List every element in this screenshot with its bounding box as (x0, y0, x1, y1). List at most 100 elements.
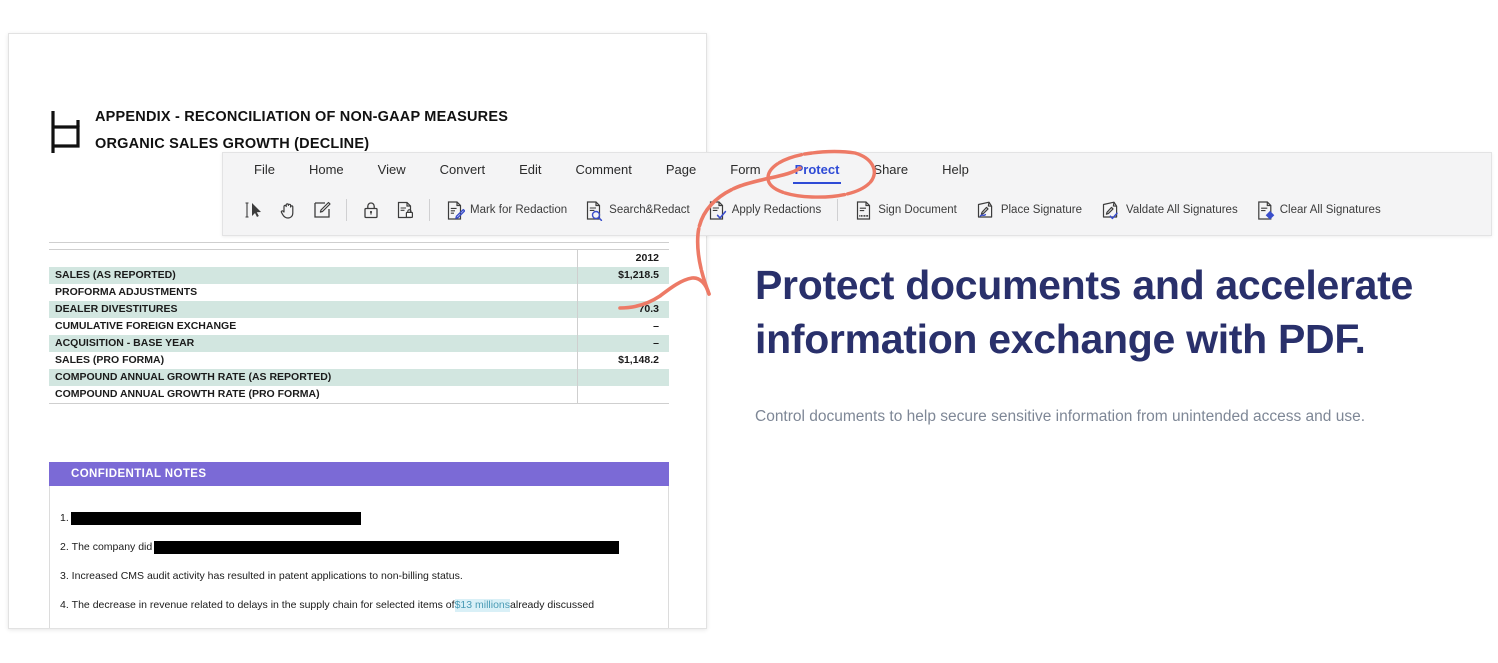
table-cell-label: DEALER DIVESTITURES (49, 301, 577, 318)
table-row: ACQUISITION - BASE YEAR– (49, 335, 669, 352)
tool-label: Search&Redact (609, 204, 690, 216)
table-cell-label: COMPOUND ANNUAL GROWTH RATE (PRO FORMA) (49, 386, 577, 404)
menu-tab-view[interactable]: View (361, 153, 423, 186)
table-cell-value: – (577, 335, 669, 352)
redaction-bar (154, 541, 619, 554)
note-item: 1. (60, 512, 658, 525)
tool-document-lock[interactable] (388, 192, 422, 228)
tool-hand-pan[interactable] (271, 192, 305, 228)
mark-for-redaction-icon (446, 200, 465, 221)
table-cell-label: PROFORMA ADJUSTMENTS (49, 284, 577, 301)
ribbon-menu-row: FileHomeViewConvertEditCommentPageFormPr… (223, 153, 1491, 186)
menu-tab-convert[interactable]: Convert (423, 153, 503, 186)
toolbar-divider (837, 199, 838, 221)
confidential-notes-body: 1. 2. The company did 3. Increased CMS aud… (49, 486, 669, 629)
financial-table-body: 2012 SALES (AS REPORTED)$1,218.5PROFORMA… (49, 250, 669, 404)
tool-mark-for-redaction[interactable]: Mark for Redaction (437, 192, 576, 228)
tool-text-select-cursor[interactable] (237, 192, 271, 228)
tool-label: Place Signature (1001, 204, 1082, 216)
menu-tab-protect[interactable]: Protect (778, 153, 857, 186)
confidential-notes-banner: CONFIDENTIAL NOTES (49, 462, 669, 486)
table-row: PROFORMA ADJUSTMENTS (49, 284, 669, 301)
document-preview-card: APPENDIX - RECONCILIATION OF NON-GAAP ME… (8, 33, 707, 629)
menu-tab-page[interactable]: Page (649, 153, 713, 186)
search-redact-icon (585, 200, 604, 221)
menu-tab-file[interactable]: File (237, 153, 292, 186)
highlighted-amount: $13 millions (455, 599, 510, 612)
note-number: 3. (60, 570, 69, 583)
table-cell-value: $1,148.2 (577, 352, 669, 369)
table-cell-label: COMPOUND ANNUAL GROWTH RATE (AS REPORTED… (49, 369, 577, 386)
table-row: DEALER DIVESTITURES70.3 (49, 301, 669, 318)
apply-redactions-icon (708, 200, 727, 221)
menu-tab-home[interactable]: Home (292, 153, 361, 186)
table-row: COMPOUND ANNUAL GROWTH RATE (AS REPORTED… (49, 369, 669, 386)
document-logo-icon (49, 108, 83, 156)
pdf-ribbon-toolbar: FileHomeViewConvertEditCommentPageFormPr… (222, 152, 1492, 236)
table-row: CUMULATIVE FOREIGN EXCHANGE– (49, 318, 669, 335)
table-top-rule (49, 242, 669, 243)
table-row: SALES (PRO FORMA)$1,148.2 (49, 352, 669, 369)
table-header-row: 2012 (49, 250, 669, 268)
table-cell-value (577, 369, 669, 386)
menu-tab-edit[interactable]: Edit (502, 153, 558, 186)
note-item: 4. The decrease in revenue related to de… (60, 599, 658, 612)
table-cell-label: CUMULATIVE FOREIGN EXCHANGE (49, 318, 577, 335)
table-cell-label: SALES (AS REPORTED) (49, 267, 577, 284)
place-signature-icon (975, 200, 996, 221)
table-cell-value: 70.3 (577, 301, 669, 318)
table-cell-value: $1,218.5 (577, 267, 669, 284)
menu-tab-help[interactable]: Help (925, 153, 986, 186)
table-header-year: 2012 (577, 250, 669, 268)
tool-label: Valdate All Signatures (1126, 204, 1238, 216)
menu-tab-form[interactable]: Form (713, 153, 777, 186)
tool-padlock[interactable] (354, 192, 388, 228)
tool-place-signature[interactable]: Place Signature (966, 192, 1091, 228)
table-row: SALES (AS REPORTED)$1,218.5 (49, 267, 669, 284)
table-cell-value (577, 284, 669, 301)
promo-headline: Protect documents and accelerate informa… (755, 258, 1485, 366)
sign-document-icon (854, 200, 873, 221)
table-cell-value: – (577, 318, 669, 335)
note-text: The decrease in revenue related to delay… (69, 599, 455, 612)
document-lock-icon (395, 200, 415, 220)
menu-tab-share[interactable]: Share (856, 153, 925, 186)
tool-sign-document[interactable]: Sign Document (845, 192, 966, 228)
promo-body: Control documents to help secure sensiti… (755, 366, 1445, 432)
validate-signatures-icon (1100, 200, 1121, 221)
tool-label: Clear All Signatures (1280, 204, 1381, 216)
clear-signatures-icon (1256, 200, 1275, 221)
menu-tab-comment[interactable]: Comment (559, 153, 649, 186)
ribbon-tool-row: Mark for Redaction Search&Redact Apply R… (223, 186, 1491, 234)
tool-clear-signatures[interactable]: Clear All Signatures (1247, 192, 1390, 228)
tool-label: Mark for Redaction (470, 204, 567, 216)
table-cell-value (577, 386, 669, 404)
note-text-tail: already discussed (510, 599, 594, 612)
toolbar-divider (346, 199, 347, 221)
confidential-notes-block: CONFIDENTIAL NOTES 1. 2. The company did 3… (49, 462, 669, 629)
toolbar-divider (429, 199, 430, 221)
hand-pan-icon (278, 200, 298, 220)
tool-edit-annotate[interactable] (305, 192, 339, 228)
tool-search-redact[interactable]: Search&Redact (576, 192, 699, 228)
text-select-cursor-icon (244, 200, 264, 220)
promo-section: Protect documents and accelerate informa… (755, 258, 1485, 432)
tool-label: Sign Document (878, 204, 957, 216)
note-text: The company did (69, 541, 152, 554)
tool-apply-redactions[interactable]: Apply Redactions (699, 192, 831, 228)
redaction-bar (71, 512, 361, 525)
padlock-icon (361, 200, 381, 220)
table-cell-label: ACQUISITION - BASE YEAR (49, 335, 577, 352)
tool-label: Apply Redactions (732, 204, 822, 216)
table-cell-label: SALES (PRO FORMA) (49, 352, 577, 369)
note-text: Increased CMS audit activity has resulte… (69, 570, 463, 583)
tool-validate-signatures[interactable]: Valdate All Signatures (1091, 192, 1247, 228)
note-number: 1. (60, 512, 69, 525)
table-row: COMPOUND ANNUAL GROWTH RATE (PRO FORMA) (49, 386, 669, 404)
document-title-line-1: APPENDIX - RECONCILIATION OF NON-GAAP ME… (95, 104, 508, 131)
table-header-blank (49, 250, 577, 268)
note-item: 3. Increased CMS audit activity has resu… (60, 570, 658, 583)
note-item: 2. The company did (60, 541, 658, 554)
financial-table: 2012 SALES (AS REPORTED)$1,218.5PROFORMA… (49, 249, 669, 404)
note-number: 4. (60, 599, 69, 612)
